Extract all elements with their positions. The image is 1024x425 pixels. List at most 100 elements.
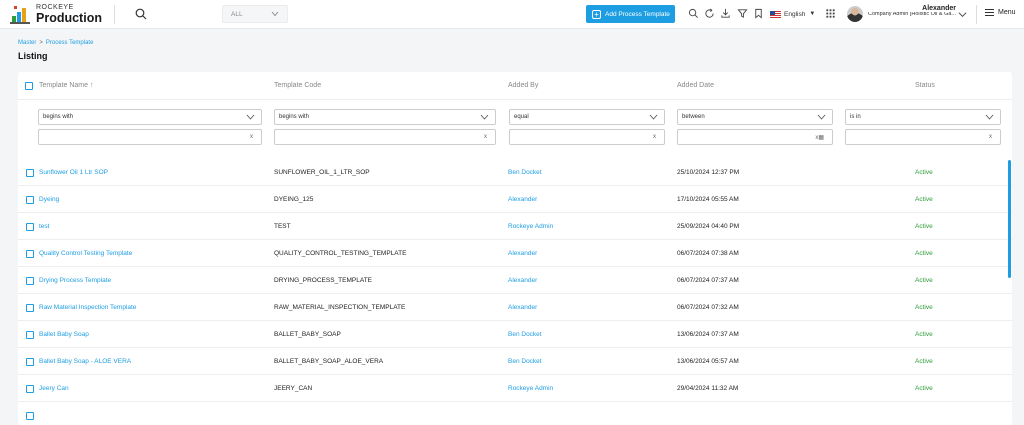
added-by-link[interactable]: Ben Docket (508, 358, 542, 365)
added-by-link[interactable]: Ben Docket (508, 331, 542, 338)
table-row[interactable]: test TEST Rockeye Admin 25/09/2024 04:40… (18, 213, 1012, 240)
table-row-partial[interactable] (18, 402, 1012, 425)
template-code: TEST (274, 223, 291, 230)
table-row[interactable]: Drying Process Template DRYING_PROCESS_T… (18, 267, 1012, 294)
added-by-link[interactable]: Alexander (508, 304, 537, 311)
filter-op-status[interactable]: is in (845, 109, 1001, 125)
date-clear-and-calendar[interactable]: x▦ (815, 134, 824, 141)
template-name-link[interactable]: Ballet Baby Soap - ALOE VERA (39, 358, 131, 365)
row-checkbox[interactable] (26, 169, 34, 177)
status-badge: Active (915, 331, 933, 338)
filter-input-added-by[interactable]: x (509, 129, 665, 145)
column-status[interactable]: Status (915, 82, 935, 89)
breadcrumb-current[interactable]: Process Template (46, 40, 94, 46)
added-date: 13/06/2024 07:37 AM (677, 331, 739, 338)
breadcrumb-master[interactable]: Master (18, 40, 36, 46)
download-icon[interactable] (720, 8, 731, 19)
status-badge: Active (915, 250, 933, 257)
add-button-label: Add Process Template (605, 10, 670, 18)
template-name-link[interactable]: Jeery Can (39, 385, 69, 392)
template-name-link[interactable]: Drying Process Template (39, 277, 111, 284)
language-select[interactable]: English ▼ (770, 7, 820, 21)
table-row[interactable]: Dyeing DYEING_125 Alexander 17/10/2024 0… (18, 186, 1012, 213)
user-role: Company Admin [Holistic Oil & Ga... (867, 12, 956, 18)
filter-input-status[interactable]: x (845, 129, 1001, 145)
template-name-link[interactable]: Sunflower Oil 1 Ltr SOP (39, 169, 108, 176)
refresh-icon[interactable] (704, 8, 715, 19)
added-by-link[interactable]: Rockeye Admin (508, 223, 553, 230)
add-process-template-button[interactable]: + Add Process Template (586, 5, 675, 23)
added-by-link[interactable]: Alexander (508, 196, 537, 203)
search-input[interactable] (152, 6, 222, 22)
row-checkbox[interactable] (26, 223, 34, 231)
divider (976, 5, 977, 24)
column-template-code[interactable]: Template Code (274, 82, 321, 89)
menu-button[interactable]: Menu (985, 9, 1016, 16)
row-checkbox[interactable] (26, 385, 34, 393)
template-code: BALLET_BABY_SOAP_ALOE_VERA (274, 358, 384, 365)
chevron-down-icon (480, 114, 489, 120)
user-info[interactable]: Alexander Company Admin [Holistic Oil & … (866, 5, 956, 18)
chevron-down-icon (817, 114, 826, 120)
template-name-link[interactable]: Dyeing (39, 196, 59, 203)
added-date: 25/10/2024 12:37 PM (677, 169, 740, 176)
filter-input-template-code[interactable]: x (274, 129, 496, 145)
row-checkbox[interactable] (26, 250, 34, 258)
column-added-by[interactable]: Added By (508, 82, 538, 89)
filter-op-template-code[interactable]: begins with (274, 109, 496, 125)
row-checkbox[interactable] (26, 304, 34, 312)
template-code: RAW_MATERIAL_INSPECTION_TEMPLATE (274, 304, 406, 311)
added-by-link[interactable]: Ben Docket (508, 169, 542, 176)
table-row[interactable]: Ballet Baby Soap - ALOE VERA BALLET_BABY… (18, 348, 1012, 375)
added-by-link[interactable]: Alexander (508, 250, 537, 257)
filter-op-template-name[interactable]: begins with (38, 109, 262, 125)
template-name-link[interactable]: Raw Material Inspection Template (39, 304, 136, 311)
filter-icon[interactable] (737, 8, 748, 19)
row-checkbox[interactable] (26, 331, 34, 339)
avatar[interactable] (847, 6, 863, 22)
status-badge: Active (915, 304, 933, 311)
column-added-date[interactable]: Added Date (677, 82, 714, 89)
search-icon[interactable] (688, 8, 699, 19)
select-all-checkbox[interactable] (25, 82, 33, 90)
brand-name: Production (36, 11, 102, 25)
filter-input-template-name[interactable]: x (38, 129, 262, 145)
table-row[interactable]: Sunflower Oil 1 Ltr SOP SUNFLOWER_OIL_1_… (18, 159, 1012, 186)
clear-filter-button[interactable]: x (653, 134, 656, 140)
row-checkbox[interactable] (26, 277, 34, 285)
page-title: Listing (18, 51, 48, 61)
filter-input-added-date[interactable]: x▦ (677, 129, 833, 145)
rockeye-logo-icon[interactable] (9, 3, 31, 25)
added-by-link[interactable]: Alexander (508, 277, 537, 284)
filter-op-added-date[interactable]: between (677, 109, 833, 125)
row-checkbox[interactable] (26, 196, 34, 204)
row-checkbox[interactable] (26, 358, 34, 366)
clear-filter-button[interactable]: x (989, 134, 992, 140)
added-date: 29/04/2024 11:32 AM (677, 385, 739, 392)
search-icon[interactable] (135, 8, 147, 20)
column-template-name[interactable]: Template Name ↑ (39, 82, 93, 89)
template-name-link[interactable]: Quality Control Testing Template (39, 250, 132, 257)
template-name-link[interactable]: test (39, 223, 49, 230)
brand-top: ROCKEYE (36, 4, 74, 11)
bookmark-icon[interactable] (753, 8, 764, 19)
table-row[interactable]: Jeery Can JEERY_CAN Rockeye Admin 29/04/… (18, 375, 1012, 402)
clear-filter-button[interactable]: x (250, 134, 253, 140)
chevron-down-icon[interactable] (957, 9, 968, 20)
row-checkbox[interactable] (26, 412, 34, 420)
clear-filter-button[interactable]: x (484, 134, 487, 140)
table-row[interactable]: Quality Control Testing Template QUALITY… (18, 240, 1012, 267)
scrollbar[interactable] (1008, 160, 1011, 278)
brand[interactable]: ROCKEYE Production (36, 4, 102, 25)
calendar-icon[interactable]: ▦ (818, 135, 824, 141)
search-scope-select[interactable]: ALL (222, 5, 288, 23)
breadcrumb: Master > Process Template (18, 40, 93, 46)
apps-grid-icon[interactable] (825, 8, 836, 19)
template-name-link[interactable]: Ballet Baby Soap (39, 331, 89, 338)
added-by-link[interactable]: Rockeye Admin (508, 385, 553, 392)
search-scope-value: ALL (231, 11, 243, 18)
filter-op-added-by[interactable]: equal (509, 109, 665, 125)
table-row[interactable]: Raw Material Inspection Template RAW_MAT… (18, 294, 1012, 321)
language-label: English (784, 10, 806, 18)
table-row[interactable]: Ballet Baby Soap BALLET_BABY_SOAP Ben Do… (18, 321, 1012, 348)
